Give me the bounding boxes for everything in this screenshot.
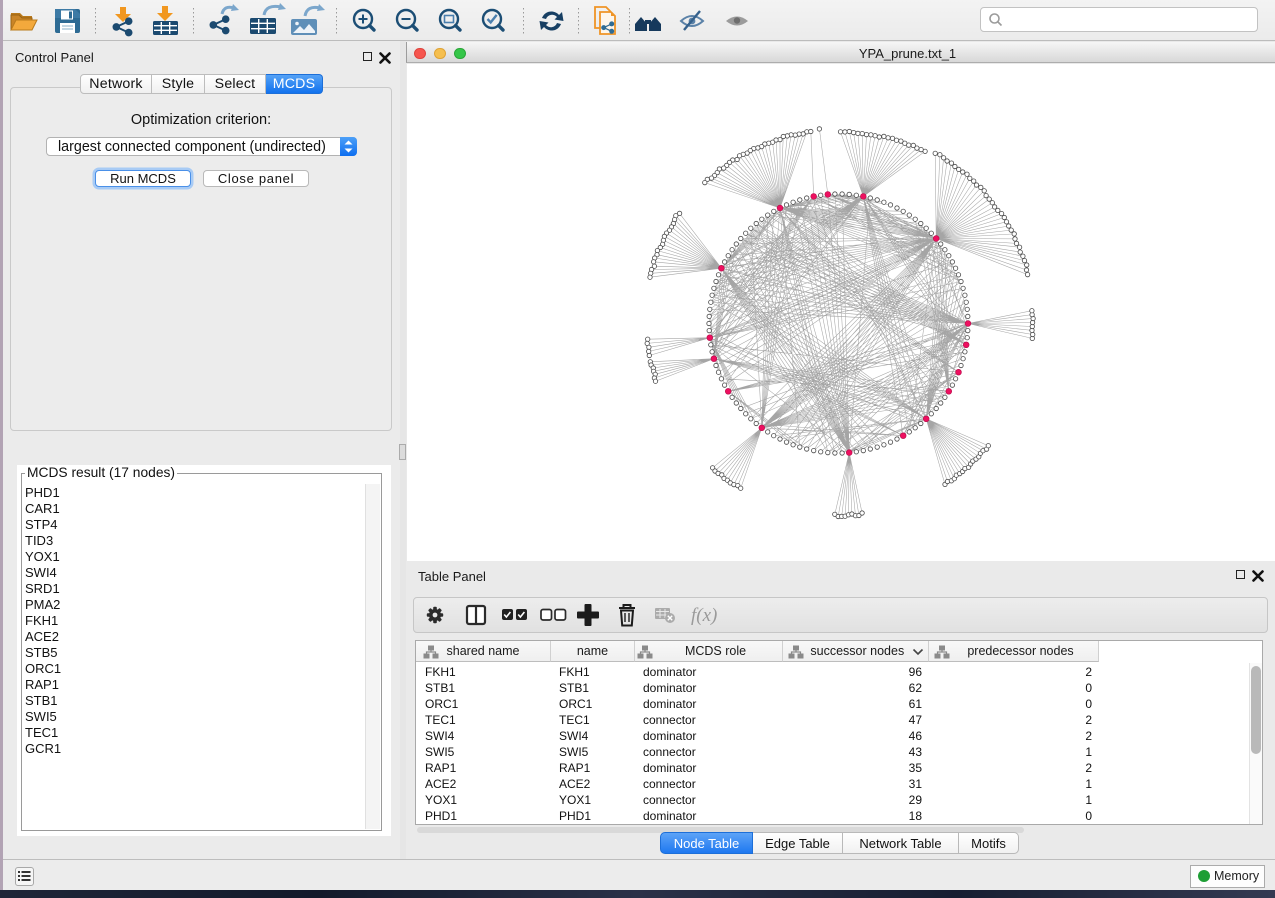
svg-text:f(x): f(x) xyxy=(691,605,717,626)
